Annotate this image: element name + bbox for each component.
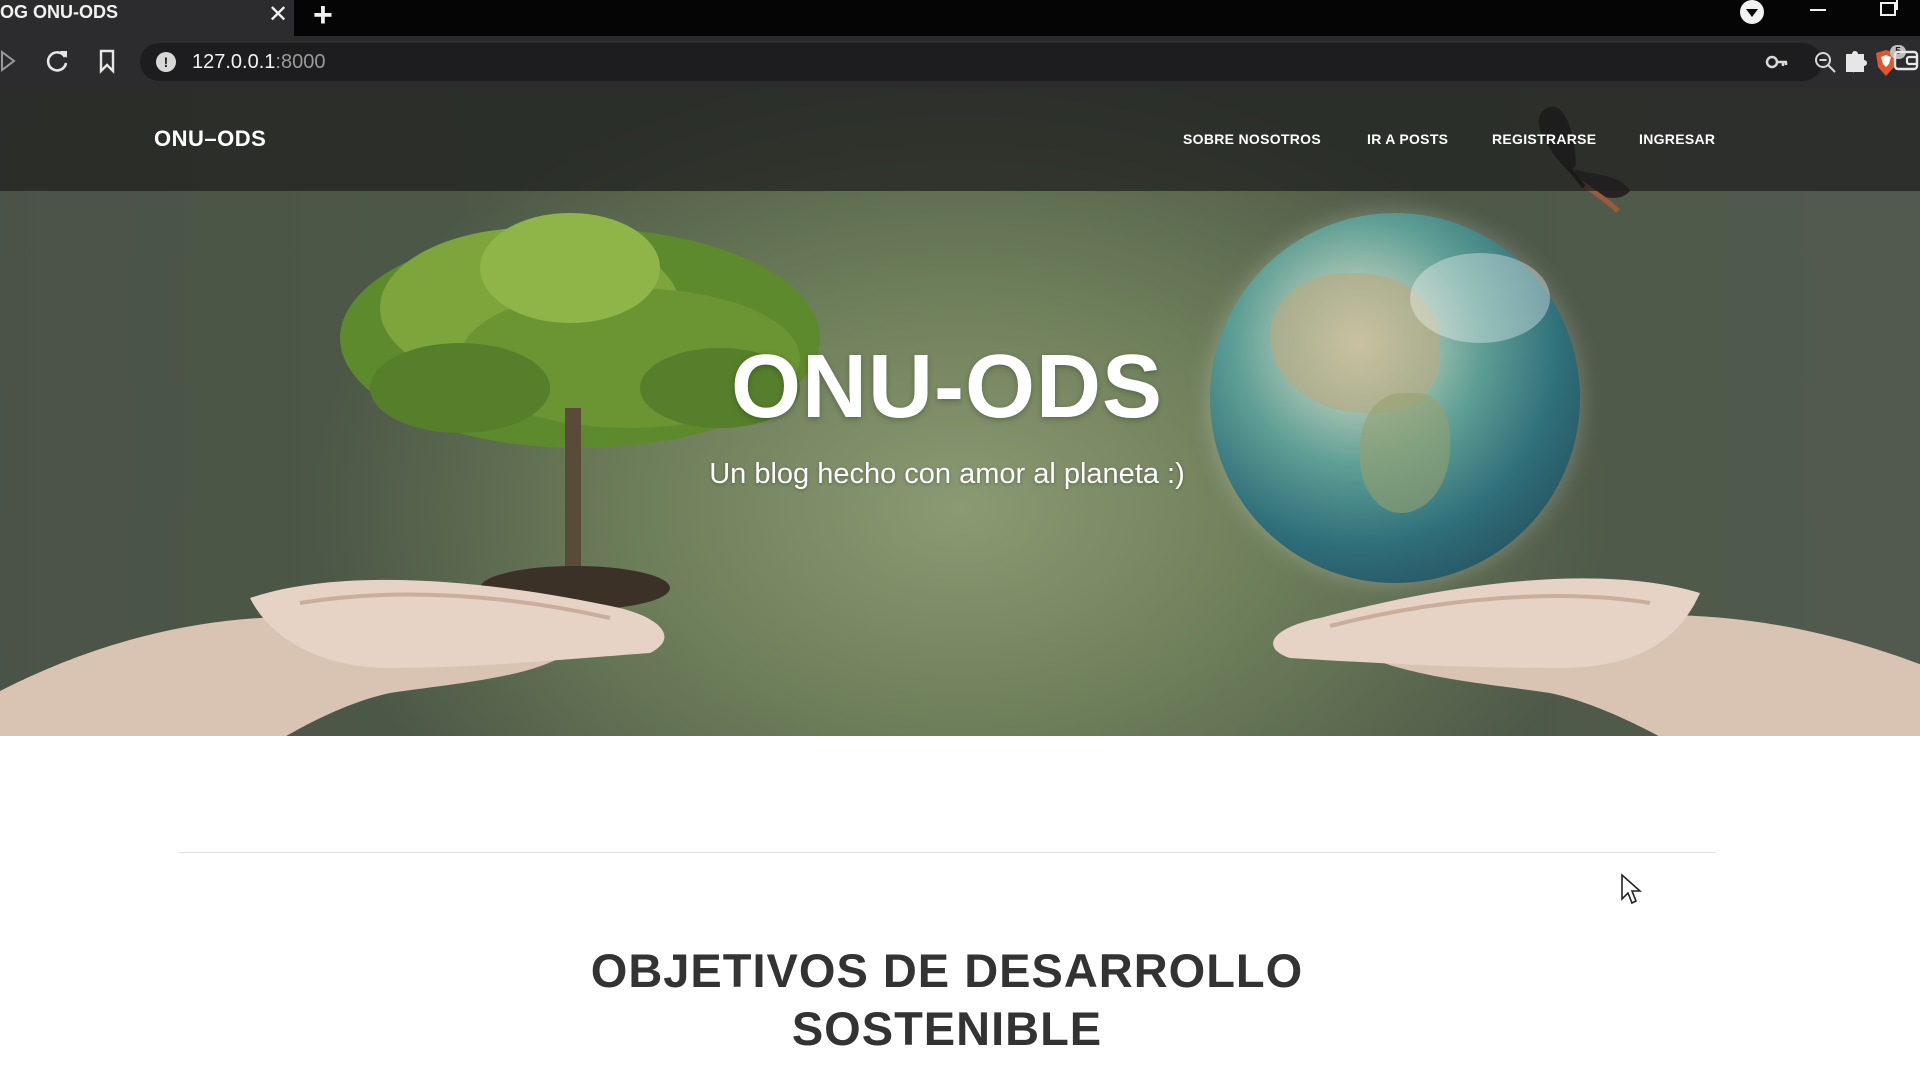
wallet-icon[interactable] bbox=[1893, 48, 1919, 72]
nav-link-ir-a-posts[interactable]: IR A POSTS bbox=[1367, 131, 1448, 147]
url-port: :8000 bbox=[275, 51, 326, 73]
right-hands-image bbox=[1273, 578, 1920, 736]
section-title-line2: SOSTENIBLE bbox=[791, 1002, 1103, 1055]
bookmark-icon[interactable] bbox=[92, 46, 122, 76]
minimize-window-icon[interactable] bbox=[1810, 9, 1826, 11]
play-triangle-icon[interactable] bbox=[0, 46, 30, 76]
url-text[interactable]: 127.0.0.1:8000 bbox=[192, 51, 325, 74]
site-brand[interactable]: ONU–ODS bbox=[154, 126, 266, 152]
active-tab[interactable]: OG ONU-ODS ✕ bbox=[0, 0, 294, 36]
tab-close-icon[interactable]: ✕ bbox=[268, 3, 288, 27]
key-icon[interactable] bbox=[1765, 51, 1789, 73]
web-page: ONU–ODS SOBRE NOSOTROS IR A POSTS REGIST… bbox=[0, 88, 1920, 1080]
reload-icon[interactable] bbox=[43, 46, 73, 76]
section-divider bbox=[179, 852, 1716, 853]
url-host: 127.0.0.1 bbox=[192, 51, 276, 73]
hero-subtitle: Un blog hecho con amor al planeta :) bbox=[709, 458, 1185, 490]
zoom-out-icon[interactable] bbox=[1813, 50, 1837, 74]
restore-window-icon[interactable] bbox=[1880, 0, 1898, 16]
new-tab-button[interactable]: + bbox=[313, 0, 333, 32]
left-hands-image bbox=[0, 579, 665, 736]
section-title-line1: OBJETIVOS DE DESARROLLO bbox=[590, 944, 1304, 997]
nav-link-sobre-nosotros[interactable]: SOBRE NOSOTROS bbox=[1183, 131, 1321, 147]
hero-section: ONU–ODS SOBRE NOSOTROS IR A POSTS REGIST… bbox=[0, 88, 1920, 736]
tab-search-icon[interactable] bbox=[1740, 0, 1764, 24]
nav-link-registrarse[interactable]: REGISTRARSE bbox=[1492, 131, 1596, 147]
browser-toolbar: ! 127.0.0.1:8000 5 bbox=[0, 36, 1920, 88]
mouse-pointer-icon bbox=[1621, 873, 1643, 905]
section-title: OBJETIVOS DE DESARROLLO SOSTENIBLE bbox=[0, 942, 1894, 1058]
site-navbar: ONU–ODS SOBRE NOSOTROS IR A POSTS REGIST… bbox=[0, 88, 1920, 191]
hero-title: ONU-ODS bbox=[731, 337, 1163, 437]
address-bar[interactable]: ! 127.0.0.1:8000 5 bbox=[140, 43, 1906, 81]
globe-cloud bbox=[1410, 253, 1550, 343]
nav-link-ingresar[interactable]: INGRESAR bbox=[1639, 131, 1715, 147]
browser-tab-strip: OG ONU-ODS ✕ + bbox=[0, 0, 1920, 36]
tab-title: OG ONU-ODS bbox=[0, 2, 119, 22]
puzzle-icon[interactable] bbox=[1843, 46, 1869, 74]
info-icon[interactable]: ! bbox=[156, 52, 176, 72]
